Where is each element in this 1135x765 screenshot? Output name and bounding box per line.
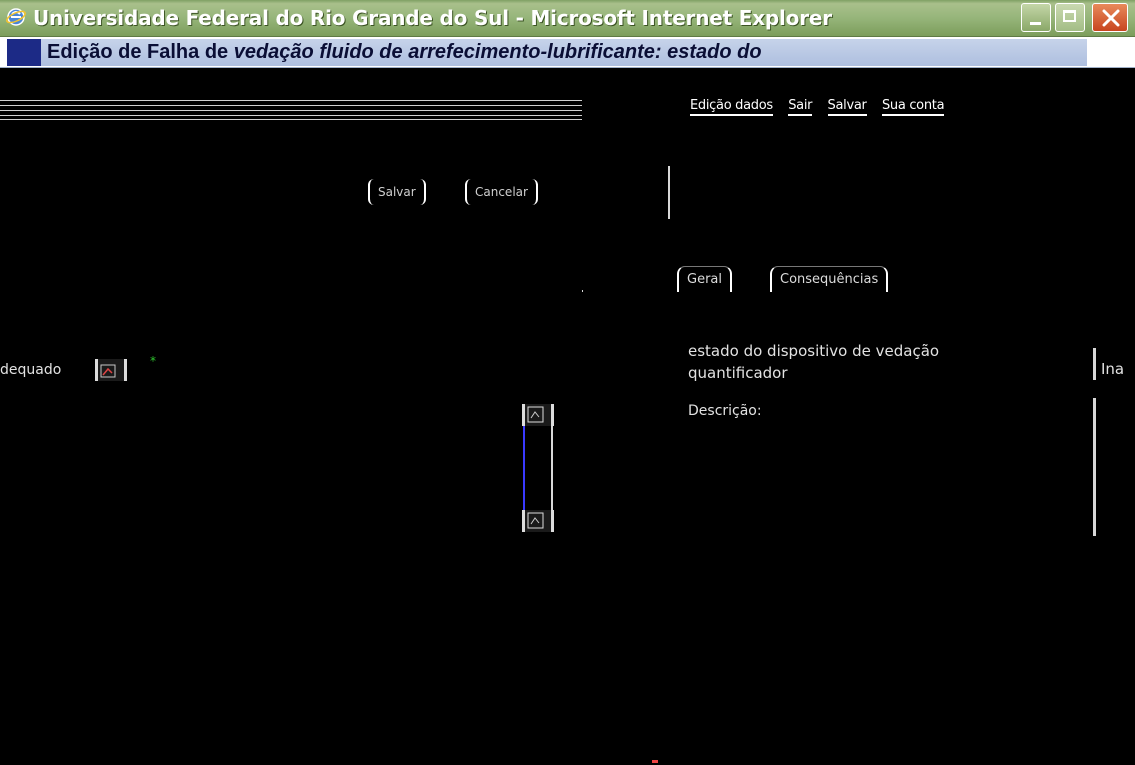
- window-title: Universidade Federal do Rio Grande do Su…: [33, 6, 832, 30]
- description-textarea-border[interactable]: [1093, 398, 1096, 536]
- dot-divider: [582, 290, 583, 292]
- save-button[interactable]: Salvar: [368, 179, 426, 205]
- required-marker: *: [150, 354, 156, 368]
- item-title-line2: quantificador: [688, 364, 788, 382]
- side-field-border: [1093, 348, 1096, 380]
- toolbar-link-exit[interactable]: Sair: [788, 98, 813, 116]
- page-title-prefix: Edição de Falha de: [47, 41, 234, 63]
- broken-image-icon: [100, 364, 116, 378]
- item-title-line1: estado do dispositivo de vedação: [688, 342, 940, 360]
- stray-mark: [652, 760, 658, 763]
- heading-accent-strip: [7, 39, 41, 66]
- scroll-down-button[interactable]: [522, 510, 554, 532]
- page-title: Edição de Falha de vedação fluido de arr…: [47, 39, 762, 66]
- toolbar-divider: [0, 98, 582, 120]
- broken-image-icon: [527, 406, 544, 423]
- internet-explorer-icon: [6, 7, 26, 27]
- toolbar-link-save[interactable]: Salvar: [827, 98, 867, 116]
- scroll-track-left: [523, 426, 525, 510]
- field-label: dequado: [0, 362, 62, 378]
- side-field-label: Ina: [1101, 360, 1125, 378]
- description-label: Descrição:: [688, 403, 762, 419]
- toolbar-link-account[interactable]: Sua conta: [881, 98, 945, 116]
- close-button[interactable]: [1092, 3, 1128, 32]
- tab-consequencias[interactable]: Consequências: [770, 266, 889, 292]
- minimize-button[interactable]: [1021, 3, 1051, 32]
- window-titlebar[interactable]: Universidade Federal do Rio Grande do Su…: [0, 0, 1135, 37]
- scroll-track-right: [551, 426, 553, 510]
- toolbar-link-edit[interactable]: Edição dados: [690, 98, 773, 116]
- vertical-divider: [668, 166, 670, 219]
- cancel-button[interactable]: Cancelar: [465, 179, 538, 205]
- page-title-italic: vedação fluido de arrefecimento-lubrific…: [233, 41, 762, 63]
- toolbar-links: Edição dados Sair Salvar Sua conta: [690, 98, 945, 116]
- maximize-button[interactable]: [1055, 3, 1085, 32]
- close-icon: [1102, 9, 1120, 27]
- scroll-up-button[interactable]: [522, 404, 554, 426]
- broken-image-icon: [527, 512, 544, 529]
- select-dropdown[interactable]: [95, 359, 127, 381]
- tab-geral[interactable]: Geral: [677, 266, 732, 292]
